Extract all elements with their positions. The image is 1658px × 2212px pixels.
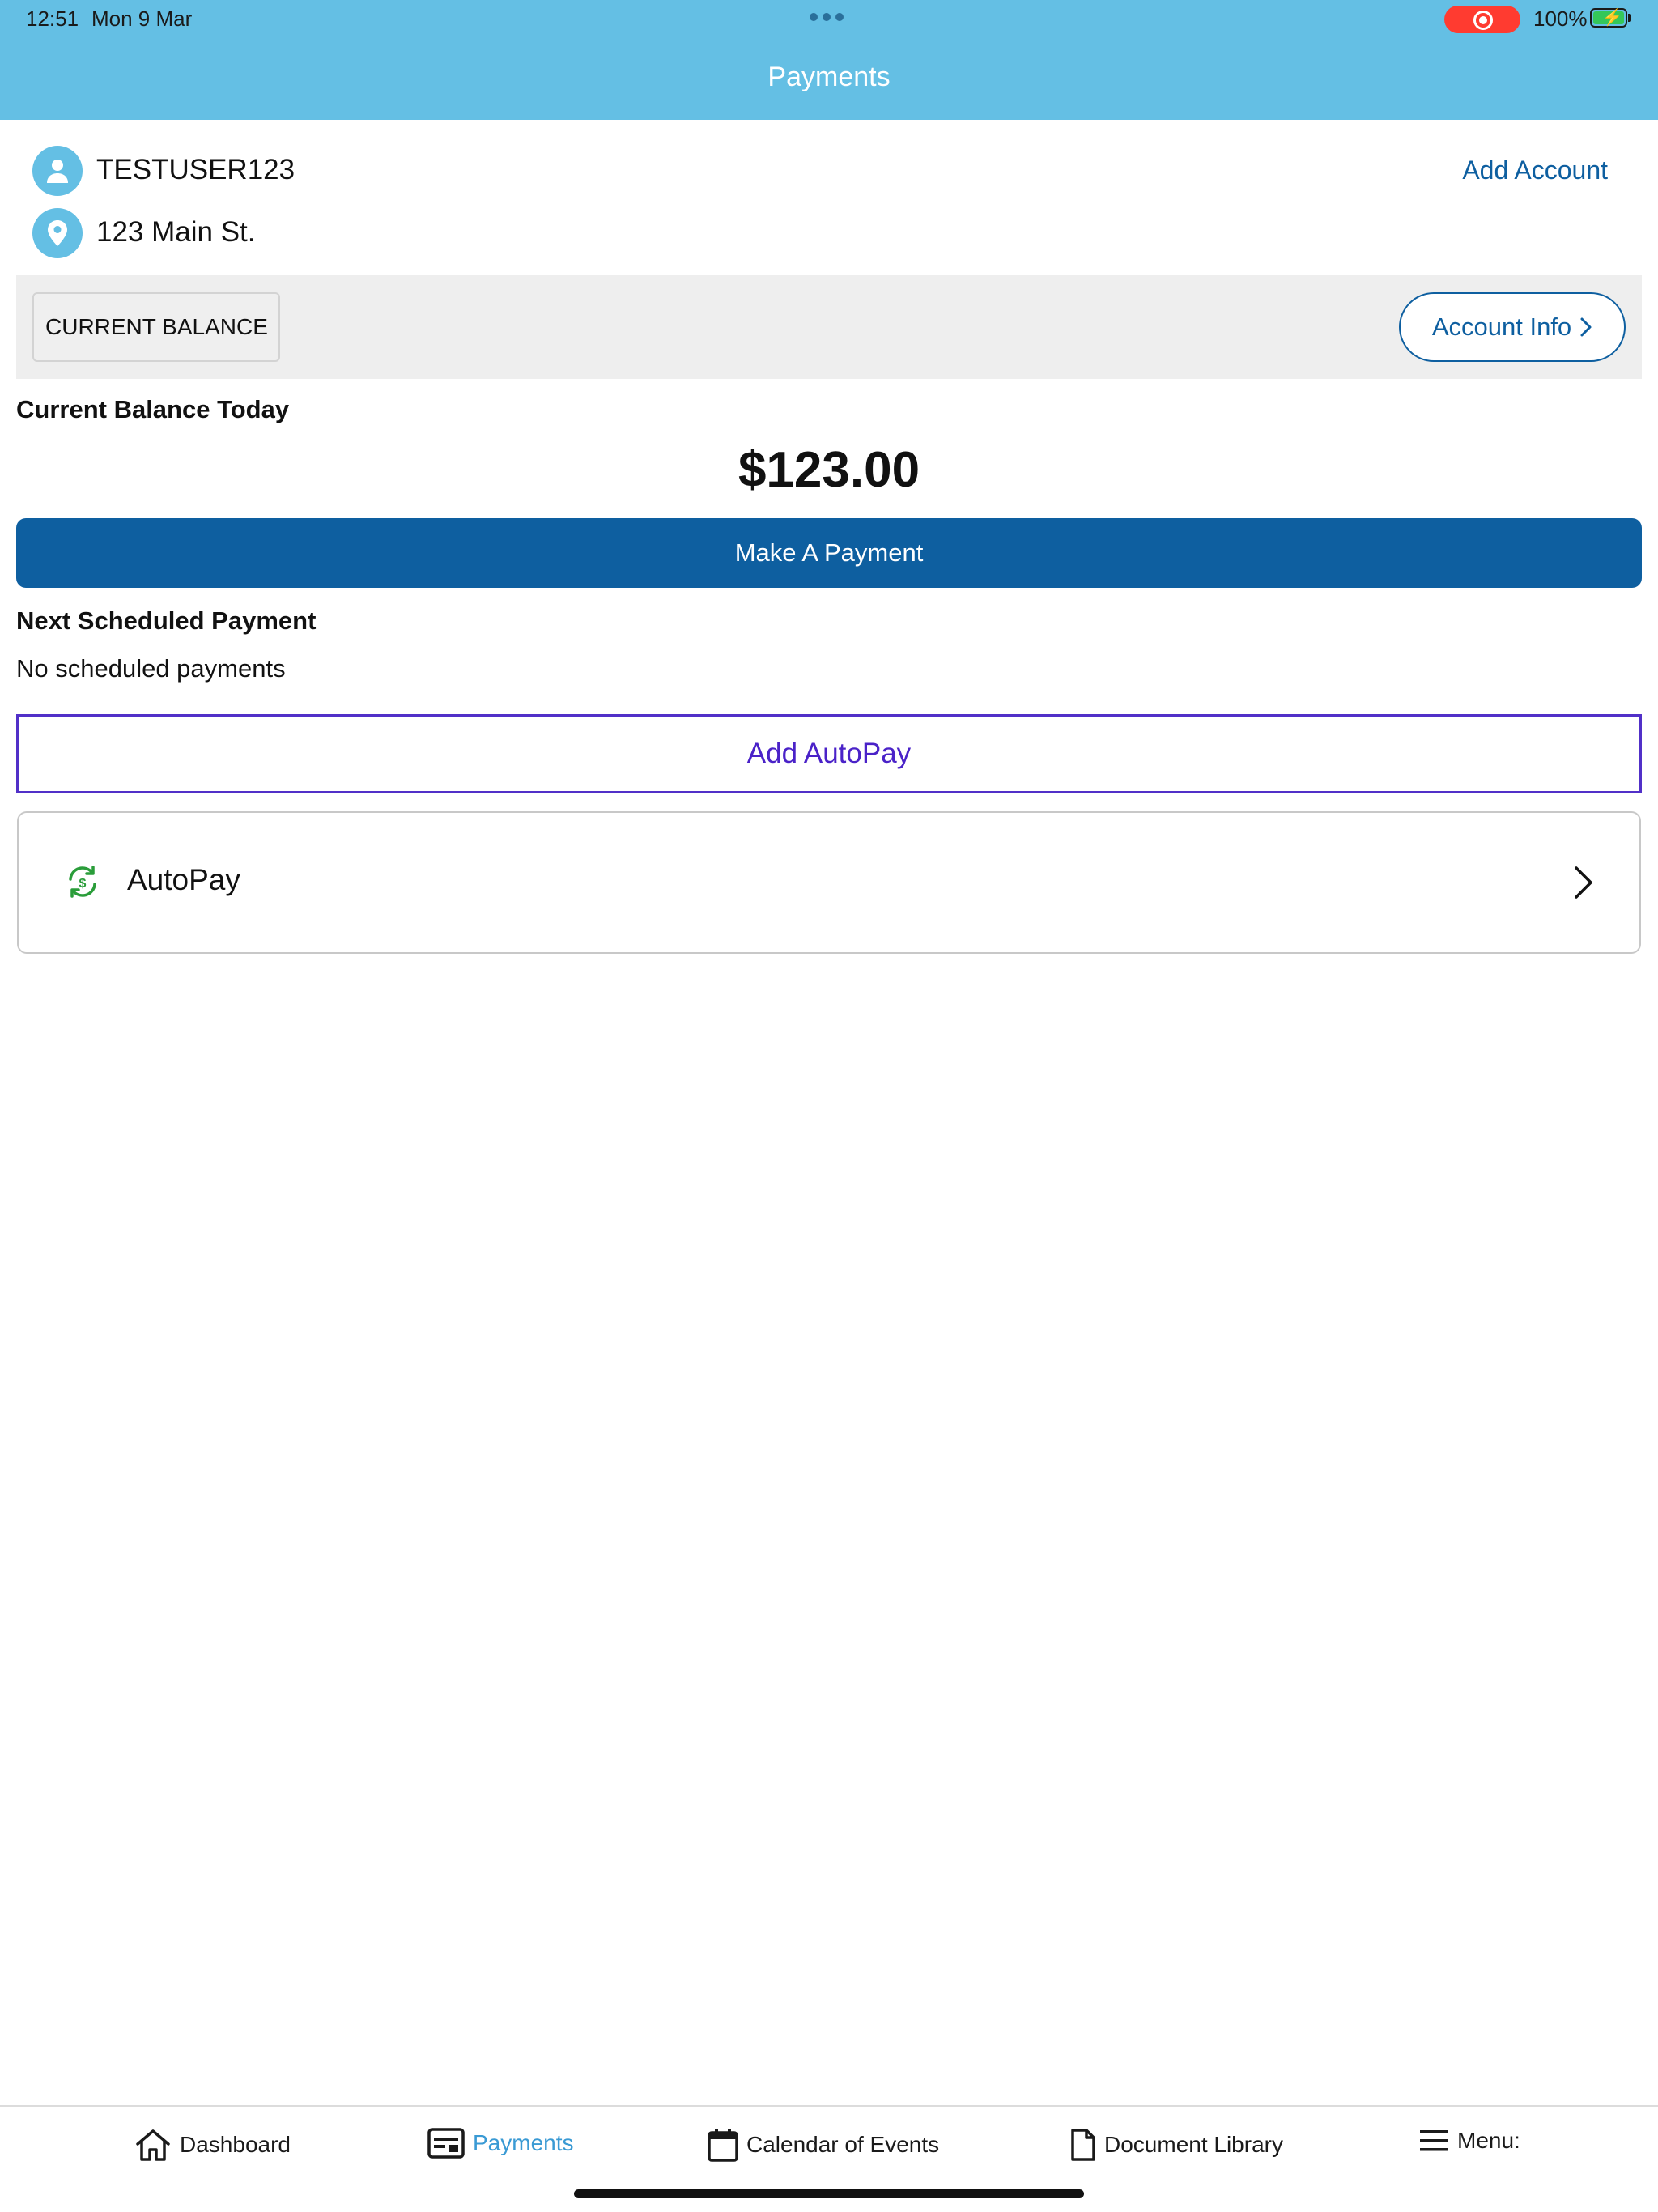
hamburger-menu-icon (1420, 2130, 1448, 2151)
account-info-button[interactable]: Account Info (1399, 292, 1626, 362)
account-username: TESTUSER123 (96, 154, 295, 185)
status-date: Mon 9 Mar (91, 6, 193, 31)
battery-percent: 100% (1533, 6, 1588, 31)
page-title: Payments (767, 62, 891, 92)
add-account-link[interactable]: Add Account (1462, 155, 1608, 185)
tab-menu-label: Menu: (1457, 2128, 1520, 2153)
tab-calendar-of-events[interactable]: Calendar of Events (708, 2128, 939, 2162)
account-info-label: Account Info (1431, 313, 1572, 341)
screen-recording-icon[interactable] (1444, 6, 1520, 33)
tab-menu[interactable]: Menu: (1418, 2128, 1520, 2154)
tab-payments-label: Payments (473, 2130, 574, 2155)
tab-payments[interactable]: Payments (427, 2128, 574, 2159)
document-icon (1071, 2129, 1095, 2161)
balance-amount: $123.00 (738, 442, 920, 498)
account-address: 123 Main St. (96, 216, 256, 248)
location-pin-icon (32, 208, 83, 258)
tab-dashboard-label: Dashboard (180, 2132, 291, 2157)
make-payment-button[interactable]: Make A Payment (16, 518, 1642, 588)
add-autopay-button[interactable]: Add AutoPay (16, 714, 1642, 793)
header-bar: 12:51 Mon 9 Mar 100% ⚡ Payments (0, 0, 1658, 120)
no-scheduled-text: No scheduled payments (16, 654, 286, 683)
autopay-refresh-dollar-icon: $ (69, 866, 96, 898)
home-indicator[interactable] (574, 2189, 1084, 2198)
chevron-right-icon (1575, 866, 1592, 899)
battery-icon: ⚡ (1590, 8, 1627, 28)
tab-calendar-label: Calendar of Events (746, 2132, 940, 2157)
chevron-right-icon (1580, 317, 1592, 337)
battery-cap (1628, 14, 1631, 22)
tab-document-library-label: Document Library (1104, 2132, 1283, 2157)
home-icon (136, 2129, 170, 2161)
tab-document-library[interactable]: Document Library (1070, 2128, 1283, 2162)
calendar-icon (708, 2129, 738, 2162)
autopay-label: AutoPay (127, 863, 240, 896)
autopay-row[interactable]: $ AutoPay (17, 811, 1641, 954)
next-scheduled-heading: Next Scheduled Payment (16, 606, 317, 635)
tab-dashboard[interactable]: Dashboard (134, 2128, 291, 2162)
multitasking-dots-icon[interactable] (810, 13, 844, 21)
person-icon (32, 146, 83, 196)
svg-text:$: $ (79, 877, 87, 891)
tab-current-balance[interactable]: CURRENT BALANCE (32, 292, 280, 362)
payments-card-icon (427, 2128, 465, 2159)
status-time: 12:51 (26, 6, 79, 31)
current-balance-heading: Current Balance Today (16, 395, 290, 423)
